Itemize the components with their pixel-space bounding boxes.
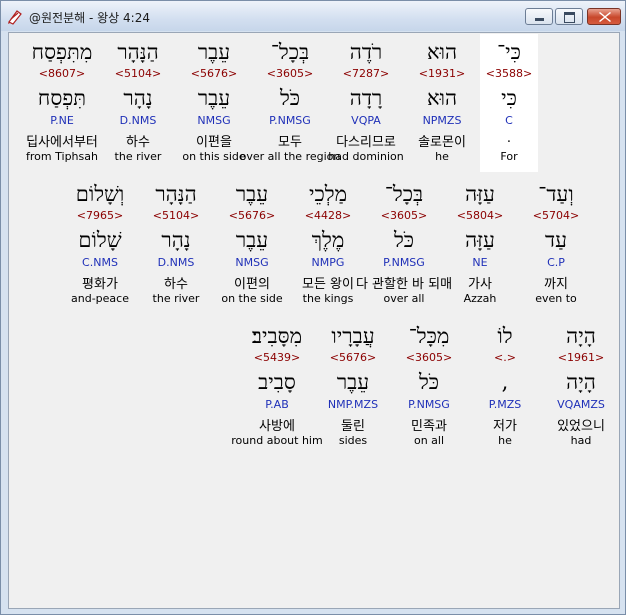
- morph-code: C.NMS: [82, 256, 118, 269]
- korean-gloss: 딥사에서부터: [26, 135, 98, 150]
- close-button[interactable]: [587, 8, 621, 25]
- morph-code: NE: [472, 256, 488, 269]
- morph-code: P.NE: [50, 114, 74, 127]
- hebrew-lemma: סָבִיב: [258, 370, 296, 394]
- strong-number: <3605>: [405, 351, 453, 364]
- english-gloss: from Tiphsah: [26, 150, 98, 163]
- strong-number: <4428>: [304, 209, 352, 222]
- hebrew-lemma: עֵבֶר: [336, 370, 370, 394]
- hebrew-word: עַזָּה: [465, 182, 495, 206]
- hebrew-word: רֹדֶה: [349, 40, 383, 64]
- strong-number: <1961>: [557, 351, 605, 364]
- hebrew-word: מַלְכֵי: [308, 182, 348, 206]
- strong-number: <5676>: [228, 209, 276, 222]
- hebrew-word: עֲבָרָיו: [331, 324, 375, 348]
- hebrew-word: לוֹ: [497, 324, 513, 348]
- strong-number: <5804>: [456, 209, 504, 222]
- strong-number: <.>: [494, 351, 516, 364]
- strong-number: <3605>: [266, 67, 314, 80]
- hebrew-lemma: הוּא: [426, 86, 458, 110]
- hebrew-lemma: ,: [501, 370, 509, 394]
- hebrew-word: מִכָּל־: [408, 324, 450, 348]
- morph-code: NPMZS: [422, 114, 462, 127]
- hebrew-word: בְּכָל־: [384, 182, 424, 206]
- morph-code: P.NMSG: [408, 398, 450, 411]
- morph-code: NMSG: [197, 114, 231, 127]
- hebrew-lemma: כִּי: [501, 86, 517, 110]
- hebrew-lemma: עַזָּה: [465, 228, 495, 252]
- hebrew-lemma: עֵבֶר: [197, 86, 231, 110]
- hebrew-lemma: רָדָה: [349, 86, 383, 110]
- hebrew-word: הָיָה: [566, 324, 596, 348]
- strong-number: <1931>: [418, 67, 466, 80]
- verse-line-1: כִּי־ <3588> כִּי C. For הוּא <1931> הוּא NPMZS 솔…: [24, 34, 538, 172]
- interlinear-panel: כִּי־ <3588> כִּי C. For הוּא <1931> הוּא NPMZS 솔…: [8, 32, 620, 609]
- hebrew-lemma: עַד: [545, 228, 567, 252]
- hebrew-lemma: מֶלֶךְ: [311, 228, 345, 252]
- verse-line-2: וְעַד־ <5704> עַד C.P 까지 even to עַזָּה <5804> ע…: [62, 176, 594, 314]
- bible-app-icon[interactable]: [7, 9, 23, 25]
- hebrew-word: וְשָׁלוֹם: [75, 182, 125, 206]
- strong-number: <3605>: [380, 209, 428, 222]
- morph-code: P.AB: [265, 398, 289, 411]
- hebrew-lemma: כֹּל: [418, 370, 440, 394]
- hebrew-lemma: שָׁלוֹם: [78, 228, 122, 252]
- hebrew-word: עֵבֶר: [235, 182, 269, 206]
- word-cell[interactable]: מִסָּבִיב׃ <5439> סָבִיב P.AB 사방에 round about…: [231, 318, 322, 456]
- hebrew-lemma: הָיָה: [566, 370, 596, 394]
- strong-number: <5104>: [152, 209, 200, 222]
- word-cell[interactable]: מִתִּפְסַח <8607> תִּפְסַח P.NE 딥사에서부터 from T…: [24, 34, 100, 172]
- morph-code: C: [505, 114, 513, 127]
- morph-code: NMSG: [235, 256, 269, 269]
- hebrew-word: הַנָּהָר: [117, 40, 159, 64]
- window-title: @원전분해 - 왕상 4:24: [29, 11, 150, 25]
- maximize-button[interactable]: [555, 8, 583, 25]
- morph-code: NMPG: [311, 256, 345, 269]
- morph-code: D.NMS: [157, 256, 195, 269]
- strong-number: <7965>: [76, 209, 124, 222]
- hebrew-word: וְעַד־: [538, 182, 574, 206]
- hebrew-word: מִתִּפְסַח: [31, 40, 93, 64]
- verse-line-3: הָיָה <1961> הָיָה VQAMZS 있었으니 had לוֹ <.>, P.MZ…: [231, 318, 619, 456]
- strong-number: <7287>: [342, 67, 390, 80]
- morph-code: P.NMSG: [383, 256, 425, 269]
- english-gloss: round about him: [231, 434, 323, 447]
- hebrew-lemma: כֹּל: [393, 228, 415, 252]
- word-cell[interactable]: וְשָׁלוֹם <7965> שָׁלוֹם C.NMS 평화가 and-peace: [62, 176, 138, 314]
- hebrew-word: מִסָּבִיב׃: [251, 324, 303, 348]
- minimize-button[interactable]: [525, 8, 553, 25]
- hebrew-lemma: תִּפְסַח: [37, 86, 87, 110]
- morph-code: D.NMS: [119, 114, 157, 127]
- strong-number: <5704>: [532, 209, 580, 222]
- title-bar[interactable]: @원전분해 - 왕상 4:24: [1, 1, 625, 31]
- hebrew-lemma: נָהָר: [123, 86, 153, 110]
- hebrew-lemma: כֹּל: [279, 86, 301, 110]
- hebrew-word: עֵבֶר: [197, 40, 231, 64]
- strong-number: <3588>: [485, 67, 533, 80]
- morph-code: VQAMZS: [557, 398, 605, 411]
- strong-number: <5676>: [190, 67, 238, 80]
- korean-gloss: 사방에: [259, 419, 295, 434]
- strong-number: <5439>: [253, 351, 301, 364]
- morph-code: P.NMSG: [269, 114, 311, 127]
- hebrew-word: הַנָּהָר: [155, 182, 197, 206]
- app-window: @원전분해 - 왕상 4:24 כִּי־ <3588> כִּי C. For הוּא…: [0, 0, 626, 615]
- korean-gloss: 평화가: [82, 277, 118, 292]
- hebrew-lemma: עֵבֶר: [235, 228, 269, 252]
- strong-number: <5104>: [114, 67, 162, 80]
- hebrew-word: בְּכָל־: [270, 40, 310, 64]
- strong-number: <5676>: [329, 351, 377, 364]
- hebrew-word: הוּא: [426, 40, 458, 64]
- morph-code: VQPA: [351, 114, 381, 127]
- close-icon: [599, 12, 611, 22]
- strong-number: <8607>: [38, 67, 86, 80]
- morph-code: C.P: [547, 256, 565, 269]
- english-gloss: and-peace: [71, 292, 129, 305]
- hebrew-lemma: נָהָר: [161, 228, 191, 252]
- morph-code: NMP.MZS: [327, 398, 379, 411]
- hebrew-word: כִּי־: [497, 40, 521, 64]
- morph-code: P.MZS: [488, 398, 522, 411]
